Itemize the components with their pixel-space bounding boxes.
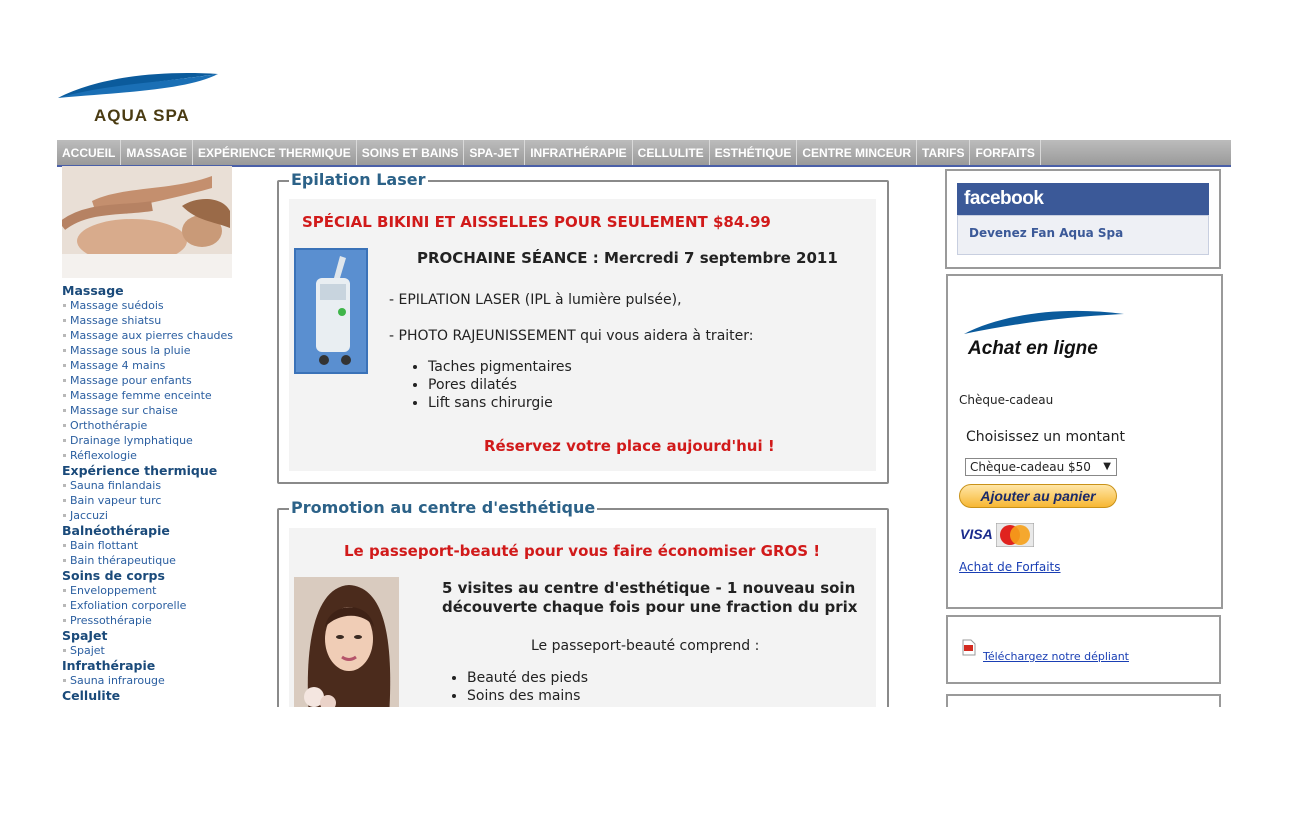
pdf-icon [962, 639, 976, 656]
sidebar-item-massage-sous-la-pluie[interactable]: Massage sous la pluie [62, 343, 262, 358]
sidebar-item-drainage-lymphatique[interactable]: Drainage lymphatique [62, 433, 262, 448]
amount-select[interactable]: Chèque-cadeau $50 ▼ [965, 458, 1117, 476]
next-session: PROCHAINE SÉANCE : Mercredi 7 septembre … [417, 249, 838, 267]
sidebar-item-orthotherapie[interactable]: Orthothérapie [62, 418, 262, 433]
sidebar-category-infratherapie[interactable]: Infrathérapie [62, 658, 262, 673]
online-shop-panel: Achat en ligne Chèque-cadeau Choisissez … [946, 274, 1223, 609]
additional-panel [946, 694, 1221, 707]
sidebar-item-bain-therapeutique[interactable]: Bain thérapeutique [62, 553, 262, 568]
woman-portrait-image [294, 577, 399, 707]
sidebar-category-spajet[interactable]: SpaJet [62, 628, 262, 643]
chevron-down-icon: ▼ [1103, 461, 1111, 472]
choose-amount-label: Choisissez un montant [966, 429, 1125, 445]
shop-wave-logo [964, 310, 1124, 334]
nav-item-cellulite[interactable]: CELLULITE [633, 140, 710, 165]
laser-line-2: - PHOTO RAJEUNISSEMENT qui vous aidera à… [389, 328, 754, 344]
download-brochure-link[interactable]: Téléchargez notre dépliant [983, 650, 1129, 663]
esthetic-legend: Promotion au centre d'esthétique [289, 498, 598, 517]
esthetic-heading-2: découverte chaque fois pour une fraction… [442, 598, 858, 616]
shop-title: Achat en ligne [968, 338, 1098, 359]
laser-line-1: - EPILATION LASER (IPL à lumière pulsée)… [389, 292, 682, 308]
nav-item-centre-minceur[interactable]: CENTRE MINCEUR [797, 140, 918, 165]
massage-photo [62, 166, 232, 278]
facebook-fan-link[interactable]: Devenez Fan Aqua Spa [957, 215, 1209, 255]
buy-packages-link[interactable]: Achat de Forfaits [959, 560, 1061, 574]
sidebar-item-massage-aux-pierres-chaudes[interactable]: Massage aux pierres chaudes [62, 328, 262, 343]
brochure-panel: Téléchargez notre dépliant [946, 615, 1221, 684]
sidebar-category-soins-de-corps[interactable]: Soins de corps [62, 568, 262, 583]
laser-panel: SPÉCIAL BIKINI ET AISSELLES POUR SEULEME… [289, 199, 876, 471]
main-nav: ACCUEIL MASSAGE EXPÉRIENCE THERMIQUE SOINS … [57, 140, 1231, 167]
facebook-panel: facebook Devenez Fan Aqua Spa [945, 169, 1221, 269]
esthetic-panel: Le passeport-beauté pour vous faire écon… [289, 528, 876, 707]
sidebar-item-bain-flottant[interactable]: Bain flottant [62, 538, 262, 553]
esthetic-bullet-list: Beauté des piedsSoins des mains [447, 669, 588, 705]
sidebar-category-experience-thermique[interactable]: Expérience thermique [62, 463, 262, 478]
amount-select-value: Chèque-cadeau $50 [970, 460, 1091, 474]
logo-text: AQUA SPA [94, 106, 190, 125]
sidebar-item-pressotherapie[interactable]: Pressothérapie [62, 613, 262, 628]
visa-icon: VISA [960, 526, 993, 542]
nav-item-spa-jet[interactable]: SPA-JET [464, 140, 526, 165]
sidebar-item-massage-suedois[interactable]: Massage suédois [62, 298, 262, 313]
laser-legend: Epilation Laser [289, 170, 428, 189]
nav-item-tarifs[interactable]: TARIFS [917, 140, 971, 165]
nav-item-esthetique[interactable]: ESTHÉTIQUE [710, 140, 798, 165]
facebook-logo[interactable]: facebook [957, 183, 1209, 215]
esthetic-heading-1: 5 visites au centre d'esthétique - 1 nou… [442, 579, 856, 597]
nav-item-soins-et-bains[interactable]: SOINS ET BAINS [357, 140, 465, 165]
gift-card-label: Chèque-cadeau [959, 393, 1054, 407]
list-item: Taches pigmentaires [428, 358, 572, 376]
laser-bullet-list: Taches pigmentairesPores dilatésLift san… [408, 358, 572, 412]
sidebar-item-bain-vapeur-turc[interactable]: Bain vapeur turc [62, 493, 262, 508]
sidebar-item-massage-shiatsu[interactable]: Massage shiatsu [62, 313, 262, 328]
sidebar-item-massage-pour-enfants[interactable]: Massage pour enfants [62, 373, 262, 388]
sidebar-item-massage-femme-enceinte[interactable]: Massage femme enceinte [62, 388, 262, 403]
sidebar-item-jaccuzi[interactable]: Jaccuzi [62, 508, 262, 523]
laser-promo-box: Epilation Laser SPÉCIAL BIKINI ET AISSEL… [277, 170, 889, 484]
sidebar-item-reflexologie[interactable]: Réflexologie [62, 448, 262, 463]
sidebar-category-cellulite[interactable]: Cellulite [62, 688, 262, 703]
sidebar-item-spajet[interactable]: Spajet [62, 643, 262, 658]
laser-machine-image [294, 248, 368, 374]
list-item: Soins des mains [467, 687, 588, 705]
esthetic-promo-title: Le passeport-beauté pour vous faire écon… [344, 542, 821, 560]
list-item: Lift sans chirurgie [428, 394, 572, 412]
list-item: Pores dilatés [428, 376, 572, 394]
sidebar-category-balneotherapie[interactable]: Balnéothérapie [62, 523, 262, 538]
reserve-cta[interactable]: Réservez votre place aujourd'hui ! [484, 437, 775, 455]
nav-item-infratherapie[interactable]: INFRATHÉRAPIE [525, 140, 633, 165]
sidebar-item-sauna-finlandais[interactable]: Sauna finlandais [62, 478, 262, 493]
mastercard-icon [996, 523, 1034, 547]
sidebar-item-massage-4-mains[interactable]: Massage 4 mains [62, 358, 262, 373]
page-viewport: AQUA SPA ACCUEIL MASSAGE EXPÉRIENCE THERMI… [0, 0, 1300, 707]
nav-item-forfaits[interactable]: FORFAITS [970, 140, 1041, 165]
sidebar-item-enveloppement[interactable]: Enveloppement [62, 583, 262, 598]
sidebar-item-sauna-infrarouge[interactable]: Sauna infrarouge [62, 673, 262, 688]
sidebar-menu: Massage Massage suédois Massage shiatsu Mas… [62, 283, 262, 703]
sidebar-item-massage-sur-chaise[interactable]: Massage sur chaise [62, 403, 262, 418]
laser-promo-title: SPÉCIAL BIKINI ET AISSELLES POUR SEULEME… [302, 213, 771, 231]
esthetic-includes: Le passeport-beauté comprend : [531, 638, 760, 654]
sidebar-category-massage[interactable]: Massage [62, 283, 262, 298]
list-item: Beauté des pieds [467, 669, 588, 687]
sidebar-item-exfoliation-corporelle[interactable]: Exfoliation corporelle [62, 598, 262, 613]
nav-item-experience-thermique[interactable]: EXPÉRIENCE THERMIQUE [193, 140, 357, 165]
esthetic-promo-box: Promotion au centre d'esthétique Le pass… [277, 498, 889, 707]
add-to-cart-button[interactable]: Ajouter au panier [959, 484, 1117, 508]
nav-item-massage[interactable]: MASSAGE [121, 140, 194, 165]
nav-item-accueil[interactable]: ACCUEIL [57, 140, 122, 165]
